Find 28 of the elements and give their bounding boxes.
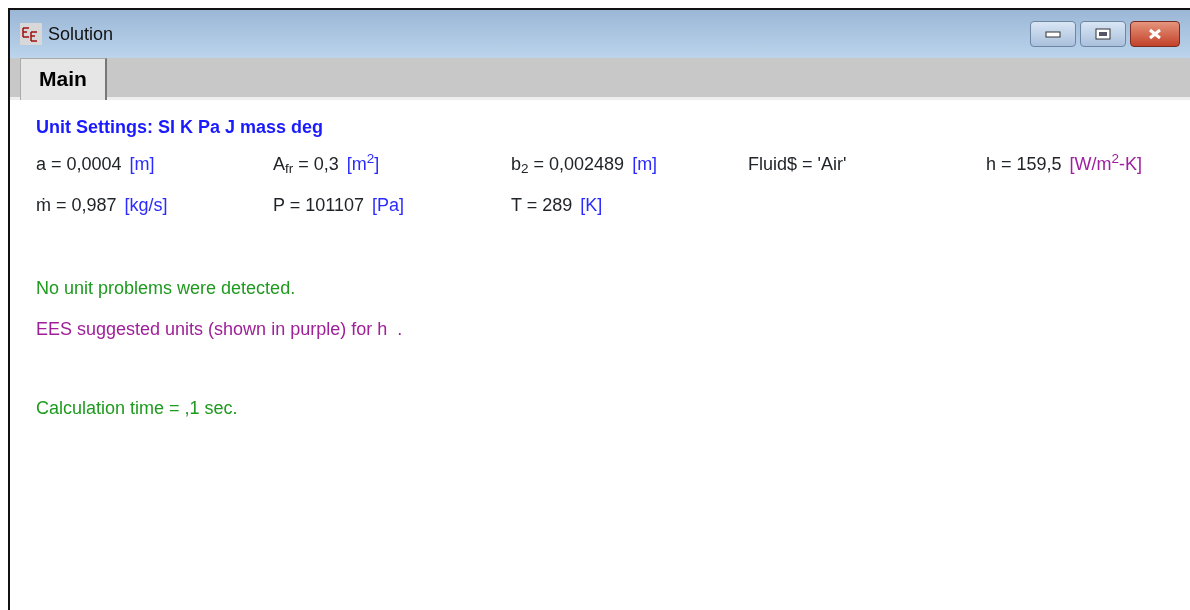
suggestion-message: EES suggested units (shown in purple) for h . <box>36 318 404 341</box>
unit-label: [W/m$^{2}$-K] <box>1069 154 1143 174</box>
maximize-icon <box>1095 28 1111 40</box>
variable-value: a = 0,0004 <box>36 154 122 174</box>
unit-label: [kg/s] <box>124 195 168 215</box>
variable-value: Fluid$ = 'Air' <box>748 154 847 174</box>
window-title: Solution <box>48 22 114 46</box>
status-message: No unit problems were detected. <box>36 277 297 300</box>
maximize-button[interactable] <box>1080 21 1126 47</box>
minimize-icon <box>1045 30 1061 38</box>
unit-label: [m] <box>129 154 155 174</box>
close-button[interactable] <box>1130 21 1180 47</box>
variable-value: P = 101107 <box>273 195 364 215</box>
variable-value: A$_{fr}$ = 0,3 <box>273 154 339 174</box>
app-icon <box>20 23 42 45</box>
timing-message: Calculation time = ,1 sec. <box>36 397 239 420</box>
variable-value: T = 289 <box>511 195 573 215</box>
close-icon <box>1147 28 1163 40</box>
unit-label: [m] <box>632 154 658 174</box>
unit-settings-heading: Unit Settings: SI K Pa J mass deg <box>36 116 325 139</box>
unit-label: [Pa] <box>371 195 404 215</box>
tab[interactable]: Main <box>20 57 107 100</box>
variable-value: ṁ = 0,987 <box>36 195 117 215</box>
minimize-button[interactable] <box>1030 21 1076 47</box>
variable-value: b$_{2}$ = 0,002489 <box>511 154 625 174</box>
variable-value: h = 159,5 <box>986 154 1062 174</box>
unit-label: [K] <box>580 195 603 215</box>
unit-label: [m$^{2}$] <box>346 154 380 174</box>
